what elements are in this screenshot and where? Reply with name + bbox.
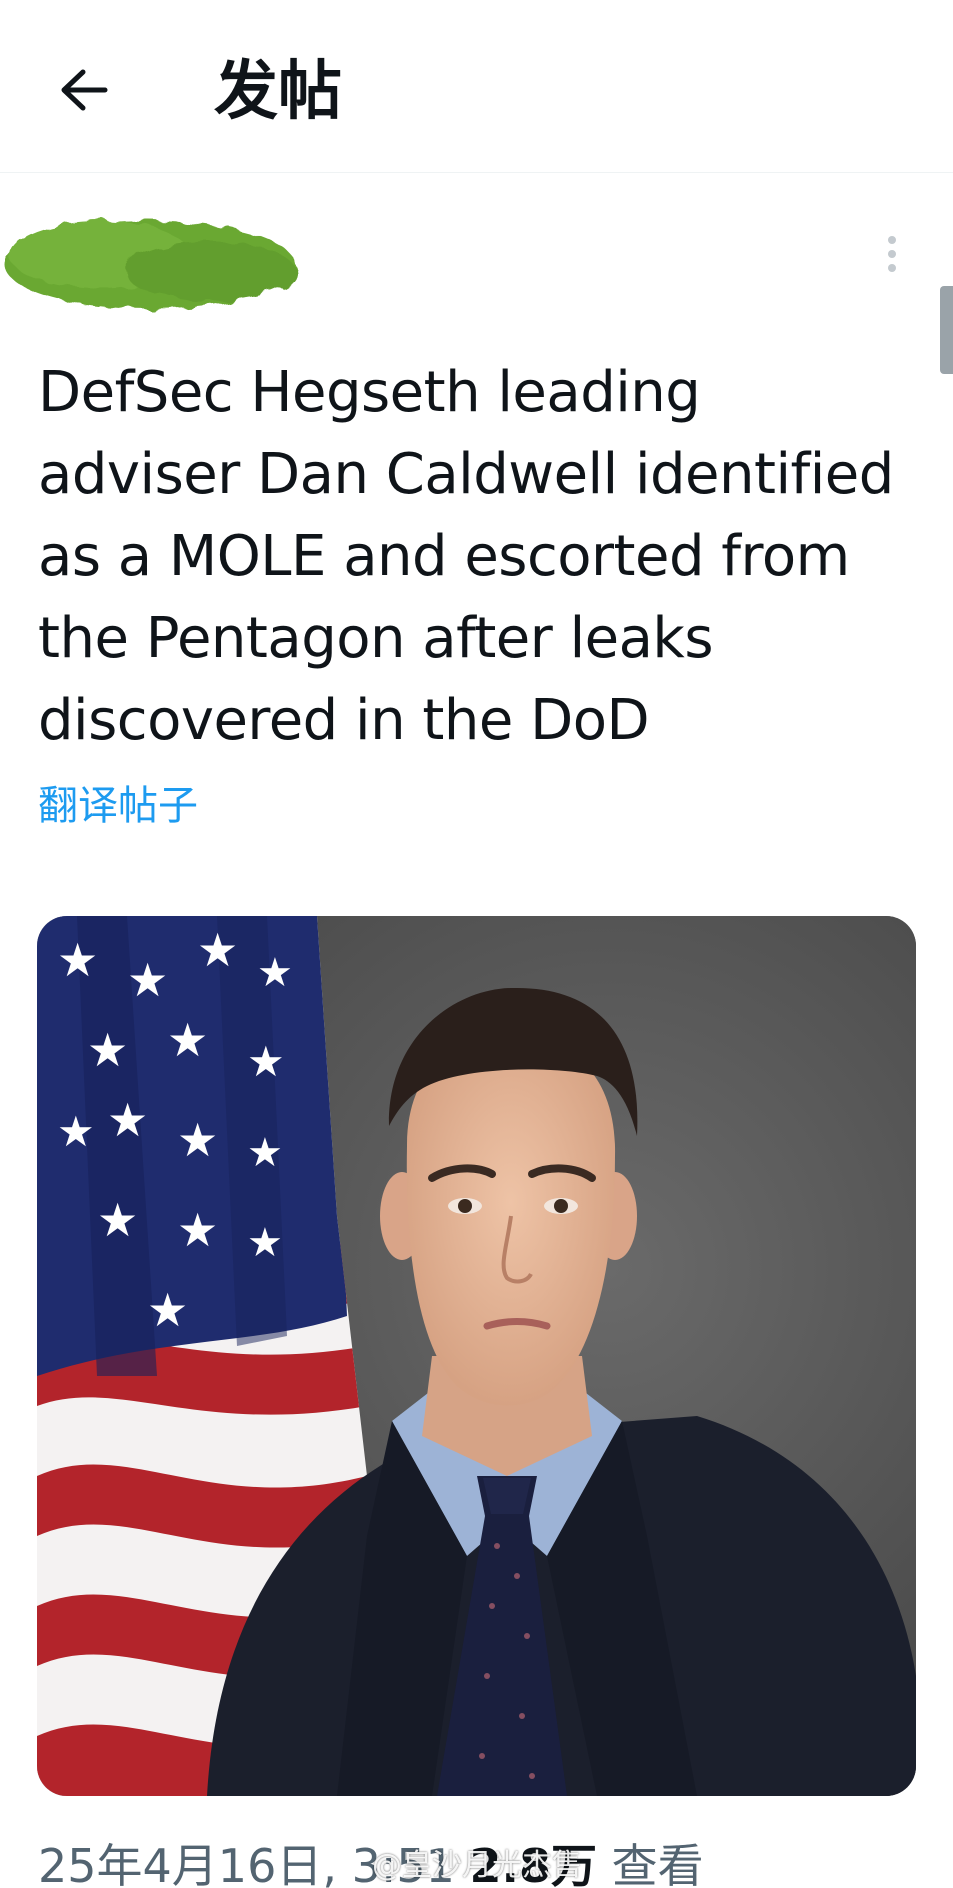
author-redaction (0, 205, 310, 325)
svg-text:★: ★ (257, 950, 293, 996)
back-button[interactable] (48, 56, 120, 128)
page-title: 发帖 (214, 55, 342, 129)
post-date: 25年4月16日 (38, 1839, 323, 1888)
svg-text:★: ★ (167, 1013, 208, 1067)
post-detail-page: 发帖 DefSec Hegseth leading adviser Dan Ca… (0, 0, 953, 1888)
views-label[interactable]: 查看 (612, 1839, 704, 1888)
arrow-left-icon (59, 68, 109, 116)
svg-text:★: ★ (57, 1107, 95, 1156)
svg-text:★: ★ (177, 1113, 218, 1167)
translate-post-link[interactable]: 翻译帖子 (38, 778, 198, 834)
more-vertical-icon (886, 234, 898, 278)
svg-text:★: ★ (107, 1093, 148, 1147)
meta-separator: , (322, 1839, 352, 1888)
svg-text:★: ★ (57, 933, 98, 987)
svg-text:★: ★ (197, 923, 238, 977)
more-options-button[interactable] (872, 226, 912, 286)
watermark: @皇沙月光杰售 (372, 1848, 582, 1883)
top-bar: 发帖 (0, 0, 953, 173)
post-image[interactable]: ★ ★ ★ ★ ★ ★ ★ ★ ★ ★ ★ ★ ★ ★ ★ (37, 916, 916, 1796)
scrollbar-thumb[interactable] (940, 286, 953, 374)
svg-text:★: ★ (247, 1220, 283, 1266)
post-meta: 25年4月16日, 3:51 2.8万 查看 (38, 1836, 704, 1888)
post-text: DefSec Hegseth leading adviser Dan Caldw… (38, 360, 894, 753)
svg-text:★: ★ (247, 1130, 283, 1176)
svg-text:★: ★ (147, 1283, 188, 1337)
svg-text:★: ★ (87, 1023, 128, 1077)
svg-text:★: ★ (247, 1037, 285, 1086)
svg-text:★: ★ (97, 1193, 138, 1247)
svg-text:★: ★ (177, 1203, 218, 1257)
svg-text:★: ★ (127, 953, 168, 1007)
